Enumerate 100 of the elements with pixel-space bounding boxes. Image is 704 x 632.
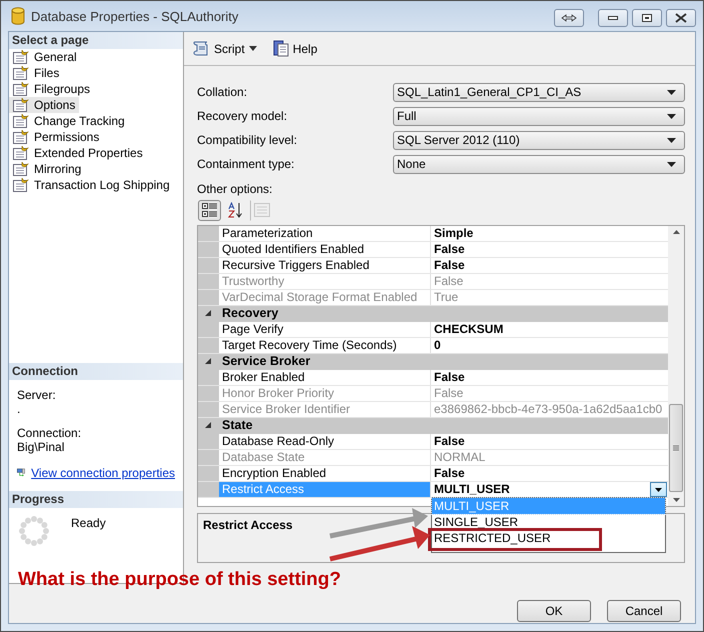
property-value: False — [433, 274, 464, 289]
sidebar-item[interactable]: Transaction Log Shipping — [9, 177, 174, 193]
help-button[interactable]: Help — [270, 38, 320, 59]
collapse-icon[interactable] — [205, 358, 212, 365]
maximize-button[interactable] — [632, 9, 662, 27]
cancel-button[interactable]: Cancel — [607, 600, 681, 622]
property-name[interactable]: Broker Enabled — [219, 370, 431, 385]
row-gutter — [198, 466, 219, 481]
property-value: False — [433, 370, 466, 385]
caret-icon — [667, 90, 676, 94]
dropdown-field[interactable]: SQL_Latin1_General_CP1_CI_AS — [393, 82, 685, 102]
collapse-icon[interactable] — [205, 422, 212, 429]
property-value: MULTI_USER — [433, 482, 511, 497]
page-icon — [13, 162, 29, 176]
grip-icon — [673, 445, 679, 451]
connection-properties-link[interactable]: View connection properties — [31, 466, 175, 480]
row-gutter — [198, 242, 219, 257]
minimize-button[interactable] — [598, 9, 628, 27]
field-label: Recovery model: — [197, 109, 288, 123]
page-icon — [13, 50, 29, 64]
categorized-icon — [202, 202, 218, 218]
page-icon — [13, 178, 29, 192]
connection-label: Connection: — [17, 426, 82, 440]
close-icon — [675, 13, 687, 23]
sidebar-item[interactable]: Filegroups — [9, 81, 94, 97]
maximize-icon — [642, 14, 652, 22]
sidebar-item[interactable]: Extended Properties — [9, 145, 147, 161]
minimize-icon — [608, 16, 618, 20]
section-header: Connection — [9, 363, 183, 380]
property-value: False — [433, 434, 466, 449]
dropdown-field[interactable]: Full — [393, 106, 685, 126]
scroll-icon — [192, 40, 210, 56]
property-name[interactable]: Page Verify — [219, 322, 431, 337]
sort-icon — [228, 202, 244, 218]
property-name[interactable]: Database Read-Only — [219, 434, 431, 449]
field-label: Compatibility level: — [197, 133, 298, 147]
description-title: Restrict Access — [203, 518, 293, 532]
spinner-icon — [19, 516, 49, 546]
caret-icon — [655, 488, 662, 492]
property-value: True — [433, 290, 460, 305]
dropdown-option[interactable]: SINGLE_USER — [432, 514, 665, 530]
page-icon — [13, 114, 29, 128]
sidebar-item[interactable]: Change Tracking — [9, 113, 129, 129]
dropdown-button[interactable] — [650, 482, 667, 497]
dropdown-field[interactable]: None — [393, 154, 685, 174]
database-icon — [11, 7, 25, 25]
sidebar-item[interactable]: Options — [9, 97, 80, 113]
row-gutter — [198, 274, 219, 289]
caret-icon — [248, 46, 257, 51]
page-icon — [13, 66, 29, 80]
collapse-icon[interactable] — [205, 310, 212, 317]
category-name: Service Broker — [221, 354, 310, 369]
page-icon — [13, 98, 29, 112]
progress-status: Ready — [71, 516, 106, 530]
property-name[interactable]: Parameterization — [219, 226, 431, 241]
caret-icon — [667, 114, 676, 118]
section-header: Progress — [9, 491, 183, 508]
section-header: Select a page — [9, 32, 183, 49]
property-name[interactable]: Target Recovery Time (Seconds) — [219, 338, 431, 353]
property-value: False — [433, 258, 466, 273]
double-arrow-icon — [561, 14, 577, 22]
resize-button[interactable] — [554, 9, 584, 27]
property-name[interactable]: Quoted Identifiers Enabled — [219, 242, 431, 257]
row-gutter — [198, 450, 219, 465]
page-icon — [13, 130, 29, 144]
row-gutter — [198, 386, 219, 401]
field-label: Collation: — [197, 85, 248, 99]
page-icon — [13, 146, 29, 160]
property-value: False — [433, 386, 464, 401]
property-value: CHECKSUM — [433, 322, 504, 337]
caret-icon — [667, 138, 676, 142]
property-pages-icon — [254, 203, 270, 217]
row-gutter — [198, 258, 219, 273]
ok-button[interactable]: OK — [517, 600, 591, 622]
row-gutter — [198, 482, 219, 497]
row-gutter — [198, 226, 219, 241]
scrollbar-thumb[interactable] — [669, 404, 683, 492]
help-icon — [272, 40, 289, 57]
property-name[interactable]: Encryption Enabled — [219, 466, 431, 481]
scroll-down-icon[interactable] — [672, 498, 680, 502]
script-button[interactable]: Script — [190, 38, 259, 58]
sidebar-item[interactable]: General — [9, 49, 81, 65]
sidebar-item[interactable]: Permissions — [9, 129, 104, 145]
category-name: State — [221, 418, 253, 433]
property-name[interactable]: Recursive Triggers Enabled — [219, 258, 431, 273]
dropdown-option[interactable]: RESTRICTED_USER — [432, 530, 665, 546]
sidebar-item[interactable]: Files — [9, 65, 64, 81]
dropdown-field[interactable]: SQL Server 2012 (110) — [393, 130, 685, 150]
scroll-up-icon[interactable] — [672, 230, 680, 234]
field-label: Containment type: — [197, 157, 294, 171]
categorized-button[interactable] — [198, 200, 221, 220]
property-value: False — [433, 242, 466, 257]
section-label: Other options: — [197, 182, 274, 196]
property-value: False — [433, 466, 466, 481]
window-title: Database Properties - SQLAuthority — [31, 8, 240, 24]
caret-icon — [667, 162, 676, 166]
property-value: e3869862-bbcb-4e73-950a-1a62d5aa1cb0 — [433, 402, 664, 417]
close-button[interactable] — [666, 9, 696, 27]
sidebar-item[interactable]: Mirroring — [9, 161, 86, 177]
server-value: . — [17, 402, 22, 416]
